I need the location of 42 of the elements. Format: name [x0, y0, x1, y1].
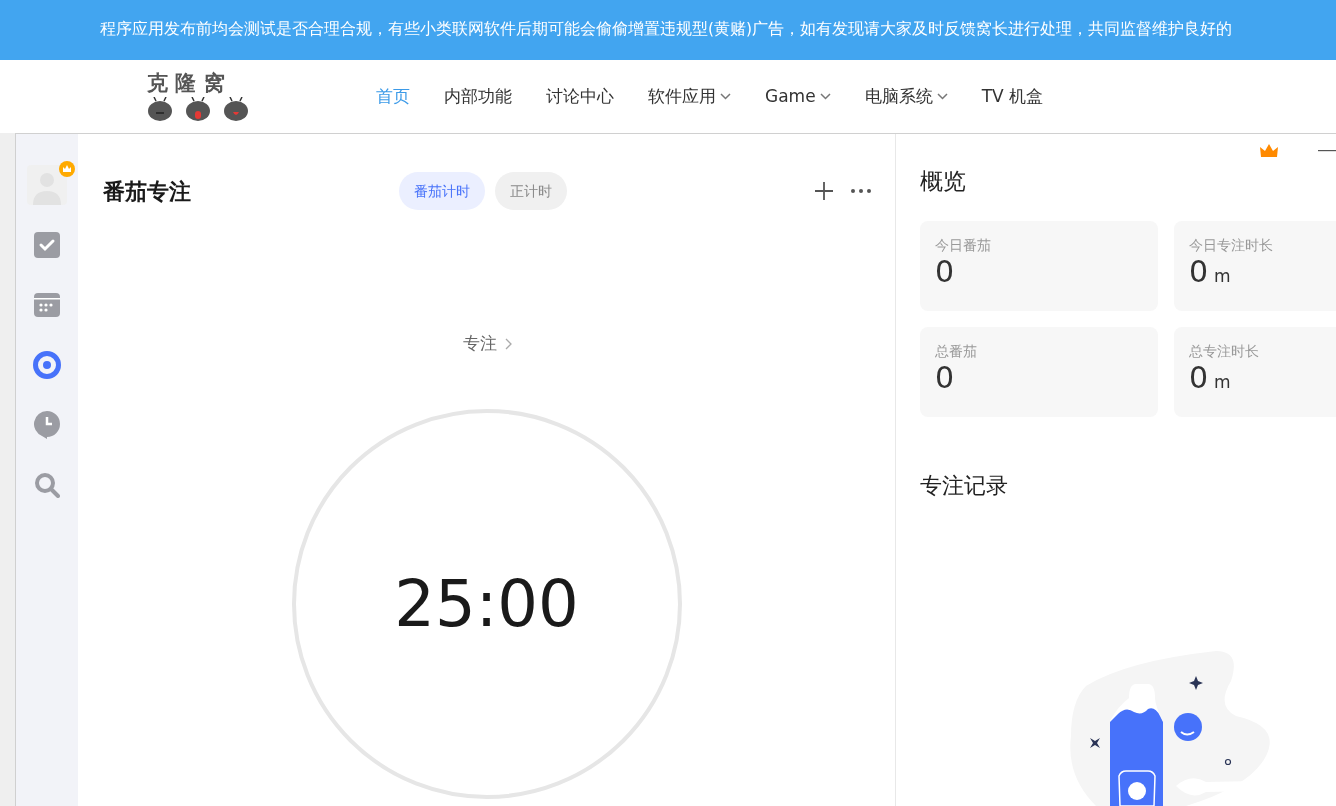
section-title: 概览	[920, 167, 967, 196]
mascot-icon	[223, 97, 249, 121]
chevron-down-icon	[936, 93, 948, 100]
stat-unit: m	[1214, 370, 1231, 394]
timer-display: 25:00	[394, 565, 579, 643]
task-selector[interactable]: 专注	[463, 331, 512, 357]
stat-value: 0	[1189, 362, 1209, 393]
plus-icon[interactable]	[815, 182, 833, 200]
notice-text: 程序应用发布前均会测试是否合理合规，有些小类联网软件后期可能会偷偷增置违规型(黄赌)广告，如有发现请大家及时反馈窝长进行处理，共同监督维护良好的	[100, 19, 1233, 41]
stat-label: 总番茄	[935, 341, 978, 361]
stat-label: 今日专注时长	[1189, 235, 1274, 255]
nav-link[interactable]: 讨论中心	[546, 83, 614, 110]
minimize-icon[interactable]	[1318, 150, 1336, 152]
clock-pin-icon[interactable]	[34, 411, 60, 439]
page-title: 番茄专注	[103, 177, 192, 206]
section-title: 专注记录	[920, 471, 1009, 500]
search-icon[interactable]	[34, 472, 60, 498]
crown-badge-icon	[59, 161, 75, 177]
chevron-right-icon	[505, 337, 512, 350]
stat-label: 今日番茄	[935, 235, 992, 255]
mascot-icon	[147, 97, 173, 121]
stat-value: 0	[935, 362, 955, 393]
mascot-icon	[185, 97, 211, 121]
nav-link[interactable]: 软件应用	[648, 83, 731, 110]
nav-link[interactable]: 内部功能	[444, 83, 512, 110]
site-logo-text: 克 隆 窝	[147, 72, 225, 93]
stat-value: 0	[1189, 256, 1209, 287]
more-icon[interactable]	[851, 189, 871, 193]
target-icon[interactable]	[33, 351, 61, 379]
stat-unit: m	[1214, 264, 1231, 288]
crown-icon[interactable]	[1260, 144, 1278, 158]
nav-link[interactable]: 电脑系统	[864, 83, 948, 110]
chevron-down-icon	[819, 93, 831, 100]
stat-label: 总专注时长	[1189, 341, 1260, 361]
calendar-icon[interactable]	[34, 293, 60, 317]
checkbox-icon[interactable]	[34, 232, 60, 258]
nav-link[interactable]: TV 机盒	[981, 83, 1044, 110]
chevron-down-icon	[720, 93, 731, 100]
stat-value: 0	[935, 256, 955, 287]
nav-link[interactable]: Game	[765, 83, 831, 110]
avatar[interactable]	[27, 165, 67, 205]
mode-tab[interactable]: 番茄计时	[399, 172, 485, 210]
